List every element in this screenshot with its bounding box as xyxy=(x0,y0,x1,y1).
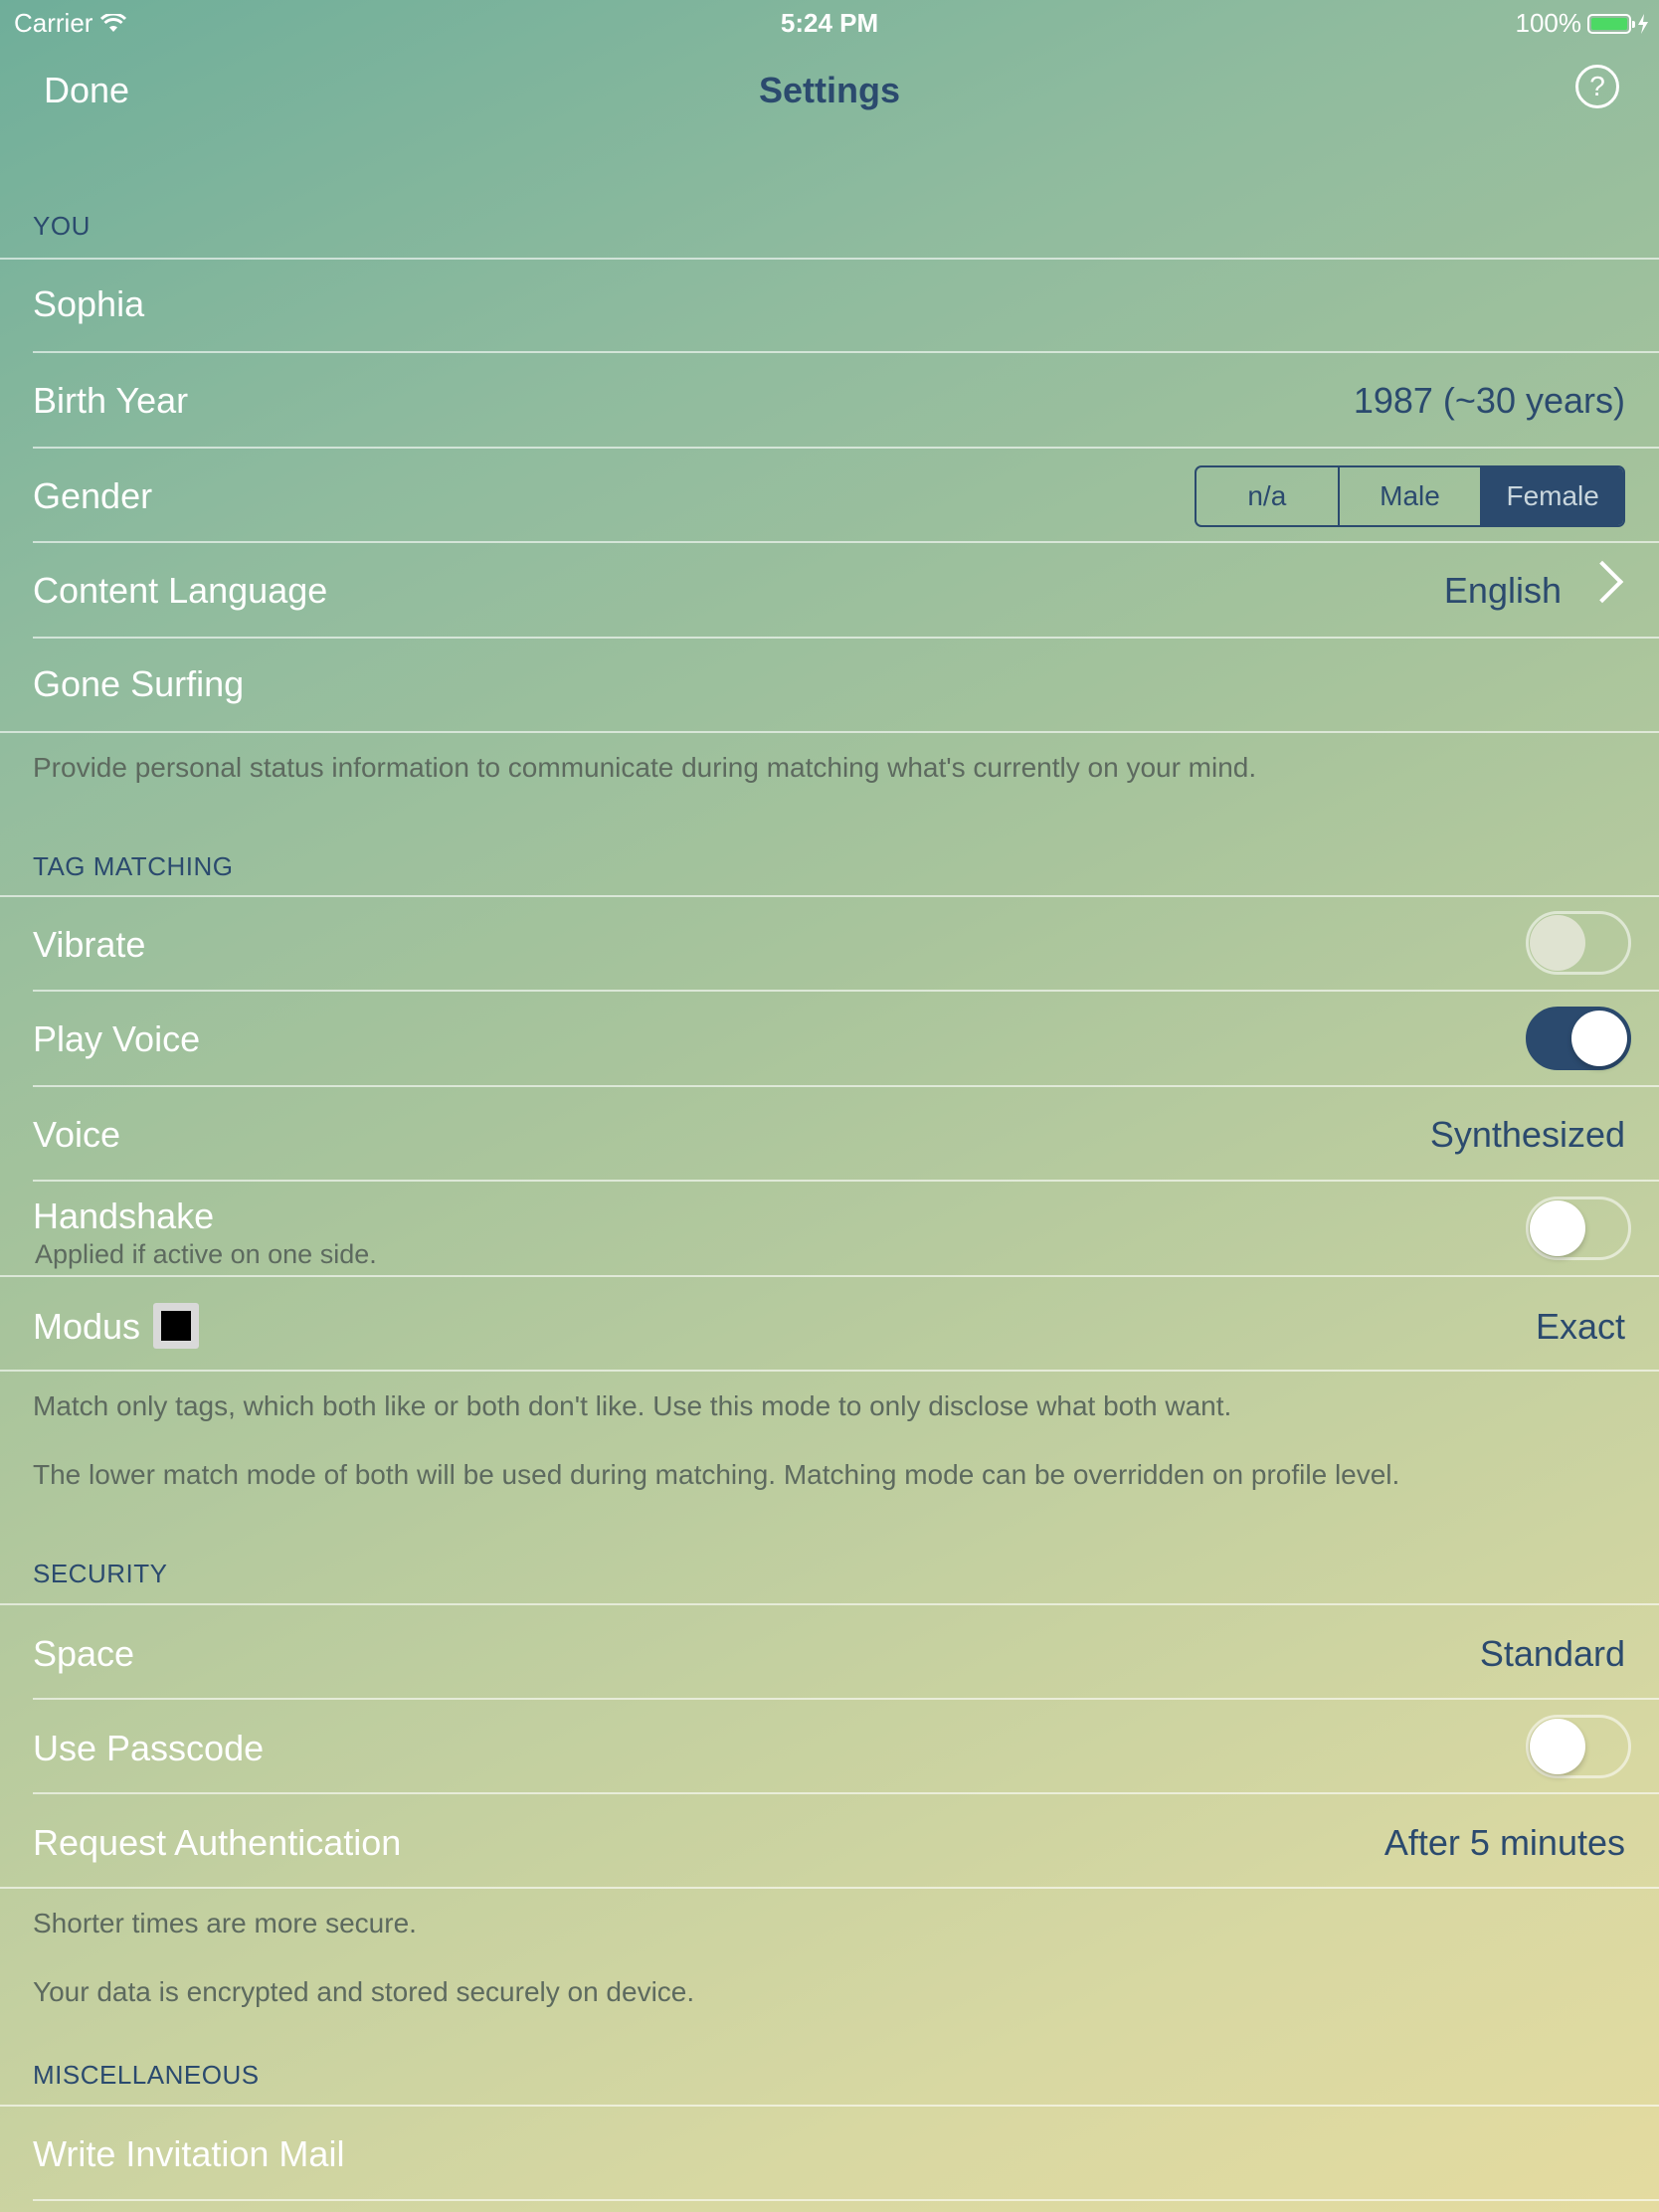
gender-label: Gender xyxy=(33,475,153,516)
handshake-toggle[interactable] xyxy=(1526,1197,1631,1260)
security-footer-2: Your data is encrypted and stored secure… xyxy=(33,1976,695,2007)
handshake-sublabel: Applied if active on one side. xyxy=(35,1239,377,1269)
question-mark-icon: ? xyxy=(1589,71,1605,101)
space-label: Space xyxy=(33,1633,135,1674)
divider xyxy=(0,1370,1659,1372)
vibrate-label: Vibrate xyxy=(33,924,146,965)
status-field[interactable]: Gone Surfing xyxy=(33,663,244,705)
chevron-right-icon xyxy=(1580,560,1624,604)
vibrate-toggle[interactable] xyxy=(1526,911,1631,975)
status-bar: Carrier 5:24 PM 100% xyxy=(0,0,1659,44)
page-title: Settings xyxy=(758,70,900,110)
write-invitation-mail-button[interactable]: Write Invitation Mail xyxy=(33,2133,344,2175)
gender-segmented-control[interactable]: n/a Male Female xyxy=(1195,465,1625,527)
handshake-label: Handshake xyxy=(33,1196,215,1236)
battery-icon xyxy=(1587,13,1635,34)
divider xyxy=(33,2199,1659,2201)
divider xyxy=(0,1275,1659,1277)
space-value[interactable]: Standard xyxy=(1480,1633,1625,1675)
toggle-knob xyxy=(1530,915,1585,971)
play-voice-toggle[interactable] xyxy=(1526,1007,1631,1070)
battery-percent: 100% xyxy=(1515,8,1582,38)
help-button[interactable]: ? xyxy=(1575,65,1619,108)
divider xyxy=(0,1603,1659,1605)
modus-color-fill xyxy=(161,1311,191,1341)
content-language-value: English xyxy=(1443,570,1562,611)
divider xyxy=(0,2105,1659,2107)
birth-year-value[interactable]: 1987 (~30 years) xyxy=(1354,380,1625,422)
play-voice-label: Play Voice xyxy=(33,1018,201,1059)
section-header-security: SECURITY xyxy=(33,1559,168,1588)
content-language-label: Content Language xyxy=(33,570,328,611)
divider xyxy=(33,1085,1659,1087)
gender-option-na[interactable]: n/a xyxy=(1197,467,1338,525)
tag-matching-footer-1: Match only tags, which both like or both… xyxy=(33,1390,1232,1421)
divider xyxy=(0,731,1659,733)
modus-label: Modus xyxy=(33,1306,141,1347)
divider xyxy=(0,895,1659,897)
name-field[interactable]: Sophia xyxy=(33,283,144,325)
clock: 5:24 PM xyxy=(780,8,879,38)
divider xyxy=(33,447,1659,449)
voice-label: Voice xyxy=(33,1114,121,1155)
divider xyxy=(0,1887,1659,1889)
gender-option-male[interactable]: Male xyxy=(1337,467,1481,525)
request-authentication-value[interactable]: After 5 minutes xyxy=(1384,1822,1625,1864)
section-header-miscellaneous: MISCELLANEOUS xyxy=(33,2060,260,2090)
toggle-knob xyxy=(1530,1200,1585,1256)
you-footer: Provide personal status information to c… xyxy=(33,752,1257,783)
navigation-bar: Done Settings ? xyxy=(0,44,1659,139)
divider xyxy=(0,258,1659,260)
divider xyxy=(33,637,1659,639)
security-footer-1: Shorter times are more secure. xyxy=(33,1908,417,1938)
toggle-knob xyxy=(1571,1011,1627,1066)
modus-value[interactable]: Exact xyxy=(1536,1306,1625,1348)
section-header-tag-matching: TAG MATCHING xyxy=(33,851,234,881)
gender-option-female[interactable]: Female xyxy=(1480,467,1623,525)
tag-matching-footer-2: The lower match mode of both will be use… xyxy=(33,1459,1400,1490)
toggle-knob xyxy=(1530,1719,1585,1774)
modus-color-swatch xyxy=(153,1303,199,1349)
divider xyxy=(33,351,1659,353)
birth-year-label: Birth Year xyxy=(33,380,189,421)
voice-value[interactable]: Synthesized xyxy=(1430,1114,1625,1156)
divider xyxy=(33,990,1659,992)
section-header-you: YOU xyxy=(33,211,91,241)
divider xyxy=(33,1698,1659,1700)
divider xyxy=(33,541,1659,543)
divider xyxy=(33,1180,1659,1182)
request-authentication-label: Request Authentication xyxy=(33,1822,402,1863)
charging-bolt-icon xyxy=(1638,13,1648,34)
passcode-label: Use Passcode xyxy=(33,1728,265,1768)
divider xyxy=(33,1792,1659,1794)
passcode-toggle[interactable] xyxy=(1526,1715,1631,1778)
battery-indicator: 100% xyxy=(1516,8,1650,39)
